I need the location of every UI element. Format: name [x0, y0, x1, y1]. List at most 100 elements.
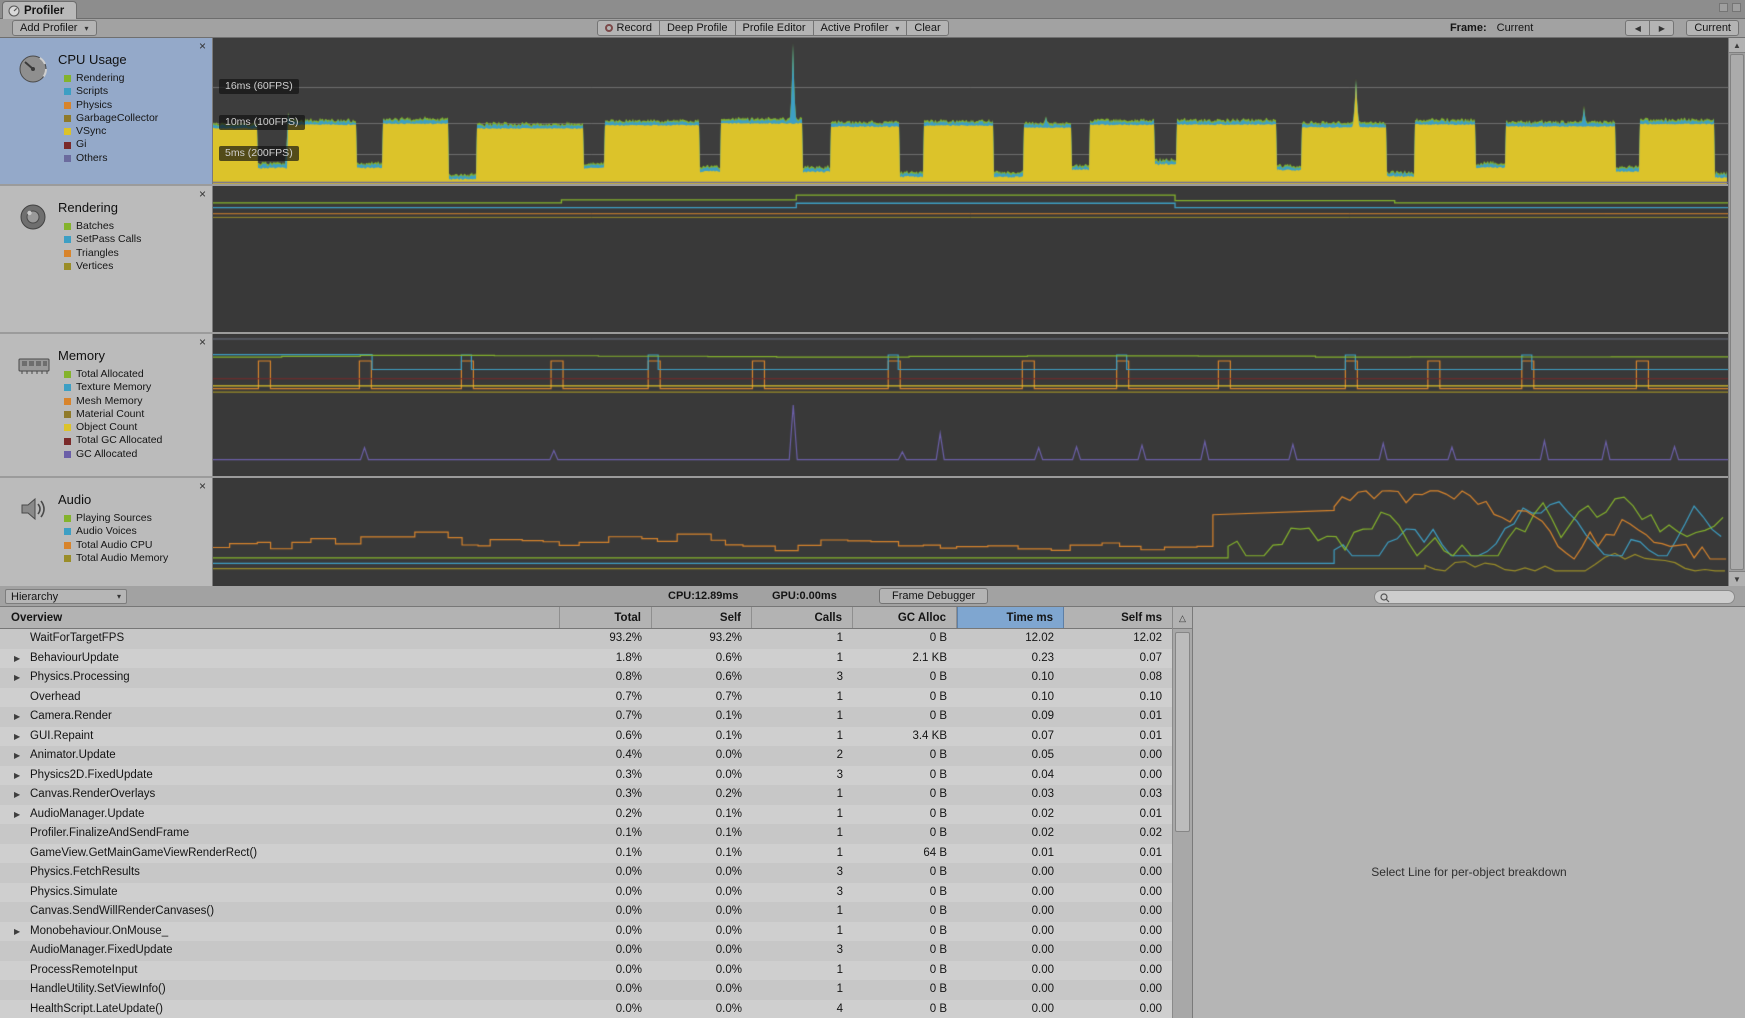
legend-color-swatch[interactable]: [64, 250, 71, 257]
legend-color-swatch[interactable]: [64, 223, 71, 230]
memory-chart[interactable]: [213, 334, 1728, 476]
table-row[interactable]: ▶Monobehaviour.OnMouse_0.0%0.0%10 B0.000…: [0, 922, 1172, 942]
legend-color-swatch[interactable]: [64, 515, 71, 522]
expand-arrow-icon[interactable]: ▶: [14, 668, 20, 688]
window-controls[interactable]: [1719, 3, 1741, 12]
legend-item[interactable]: Material Count: [64, 408, 162, 421]
window-menu-icon[interactable]: [1719, 3, 1728, 12]
table-row[interactable]: Physics.Simulate0.0%0.0%30 B0.000.00: [0, 883, 1172, 903]
table-row[interactable]: HandleUtility.SetViewInfo()0.0%0.0%10 B0…: [0, 980, 1172, 1000]
legend-color-swatch[interactable]: [64, 542, 71, 549]
hierarchy-dropdown[interactable]: Hierarchy ▾: [5, 589, 127, 604]
record-button[interactable]: Record: [597, 20, 660, 36]
legend-color-swatch[interactable]: [64, 142, 71, 149]
legend-item[interactable]: Playing Sources: [64, 512, 168, 525]
add-profiler-dropdown[interactable]: Add Profiler ▾: [12, 20, 97, 36]
legend-item[interactable]: GC Allocated: [64, 448, 162, 461]
profile-editor-button[interactable]: Profile Editor: [735, 20, 814, 36]
legend-color-swatch[interactable]: [64, 102, 71, 109]
legend-color-swatch[interactable]: [64, 438, 71, 445]
scroll-up-icon[interactable]: △: [1173, 607, 1192, 629]
rendering-chart[interactable]: [213, 186, 1728, 332]
legend-color-swatch[interactable]: [64, 555, 71, 562]
legend-item[interactable]: Total Allocated: [64, 368, 162, 381]
column-header-total[interactable]: Total: [560, 607, 652, 628]
legend-color-swatch[interactable]: [64, 75, 71, 82]
legend-color-swatch[interactable]: [64, 398, 71, 405]
table-scrollbar[interactable]: △: [1172, 607, 1192, 1018]
legend-item[interactable]: Mesh Memory: [64, 395, 162, 408]
legend-item[interactable]: Total Audio CPU: [64, 539, 168, 552]
expand-arrow-icon[interactable]: ▶: [14, 922, 20, 942]
table-row[interactable]: ▶Physics2D.FixedUpdate0.3%0.0%30 B0.040.…: [0, 766, 1172, 786]
legend-item[interactable]: Rendering: [64, 72, 158, 85]
legend-item[interactable]: Texture Memory: [64, 381, 162, 394]
legend-item[interactable]: Physics: [64, 99, 158, 112]
close-icon[interactable]: ×: [199, 335, 206, 349]
expand-arrow-icon[interactable]: ▶: [14, 805, 20, 825]
legend-item[interactable]: Batches: [64, 220, 141, 233]
search-box[interactable]: [1374, 590, 1735, 604]
table-row[interactable]: AudioManager.FixedUpdate0.0%0.0%30 B0.00…: [0, 941, 1172, 961]
legend-item[interactable]: Total GC Allocated: [64, 434, 162, 447]
column-header-self-ms[interactable]: Self ms: [1064, 607, 1172, 628]
table-row[interactable]: ▶Canvas.RenderOverlays0.3%0.2%10 B0.030.…: [0, 785, 1172, 805]
legend-item[interactable]: Scripts: [64, 85, 158, 98]
column-header-self[interactable]: Self: [652, 607, 752, 628]
table-row[interactable]: ProcessRemoteInput0.0%0.0%10 B0.000.00: [0, 961, 1172, 981]
active-profiler-dropdown[interactable]: Active Profiler ▾: [813, 20, 908, 36]
column-header-calls[interactable]: Calls: [752, 607, 853, 628]
close-icon[interactable]: ×: [199, 479, 206, 493]
module-panel-cpu-usage[interactable]: × CPU Usage RenderingScriptsPhysicsGarba…: [0, 38, 213, 184]
table-row[interactable]: Physics.FetchResults0.0%0.0%30 B0.000.00: [0, 863, 1172, 883]
audio-chart[interactable]: [213, 478, 1728, 586]
table-row[interactable]: Profiler.FinalizeAndSendFrame0.1%0.1%10 …: [0, 824, 1172, 844]
table-row[interactable]: WaitForTargetFPS93.2%93.2%10 B12.0212.02: [0, 629, 1172, 649]
legend-item[interactable]: SetPass Calls: [64, 233, 141, 246]
expand-arrow-icon[interactable]: ▶: [14, 727, 20, 747]
scroll-up-icon[interactable]: ▲: [1729, 38, 1745, 53]
column-header-gc-alloc[interactable]: GC Alloc: [853, 607, 957, 628]
legend-color-swatch[interactable]: [64, 424, 71, 431]
close-icon[interactable]: ×: [199, 187, 206, 201]
table-row[interactable]: Canvas.SendWillRenderCanvases()0.0%0.0%1…: [0, 902, 1172, 922]
next-frame-button[interactable]: ▶: [1649, 20, 1674, 36]
window-maximize-icon[interactable]: [1732, 3, 1741, 12]
expand-arrow-icon[interactable]: ▶: [14, 746, 20, 766]
legend-color-swatch[interactable]: [64, 128, 71, 135]
legend-item[interactable]: Object Count: [64, 421, 162, 434]
tab-profiler[interactable]: Profiler: [2, 1, 77, 19]
module-panel-rendering[interactable]: × Rendering BatchesSetPass CallsTriangle…: [0, 186, 213, 332]
table-row[interactable]: ▶BehaviourUpdate1.8%0.6%12.1 KB0.230.07: [0, 649, 1172, 669]
legend-color-swatch[interactable]: [64, 411, 71, 418]
table-row[interactable]: ▶AudioManager.Update0.2%0.1%10 B0.020.01: [0, 805, 1172, 825]
legend-item[interactable]: GarbageCollector: [64, 112, 158, 125]
module-panel-audio[interactable]: × Audio Playing SourcesAudio VoicesTotal…: [0, 478, 213, 586]
table-row[interactable]: ▶Animator.Update0.4%0.0%20 B0.050.00: [0, 746, 1172, 766]
expand-arrow-icon[interactable]: ▶: [14, 766, 20, 786]
legend-item[interactable]: Others: [64, 152, 158, 165]
legend-item[interactable]: Total Audio Memory: [64, 552, 168, 565]
table-row[interactable]: Overhead0.7%0.7%10 B0.100.10: [0, 688, 1172, 708]
legend-color-swatch[interactable]: [64, 155, 71, 162]
scrollbar-thumb[interactable]: [1730, 54, 1744, 570]
legend-color-swatch[interactable]: [64, 236, 71, 243]
search-input[interactable]: [1393, 591, 1734, 603]
cpu-chart[interactable]: 16ms (60FPS) 10ms (100FPS) 5ms (200FPS): [213, 38, 1728, 184]
frame-debugger-button[interactable]: Frame Debugger: [879, 588, 988, 604]
column-header-overview[interactable]: Overview: [0, 607, 560, 628]
legend-color-swatch[interactable]: [64, 88, 71, 95]
column-header-time-ms[interactable]: Time ms: [957, 607, 1064, 628]
legend-color-swatch[interactable]: [64, 528, 71, 535]
scroll-down-icon[interactable]: ▼: [1729, 571, 1745, 586]
legend-color-swatch[interactable]: [64, 115, 71, 122]
legend-item[interactable]: Audio Voices: [64, 525, 168, 538]
expand-arrow-icon[interactable]: ▶: [14, 785, 20, 805]
scrollbar-thumb[interactable]: [1175, 632, 1190, 832]
legend-item[interactable]: Vertices: [64, 260, 141, 273]
expand-arrow-icon[interactable]: ▶: [14, 649, 20, 669]
table-row[interactable]: HealthScript.LateUpdate()0.0%0.0%40 B0.0…: [0, 1000, 1172, 1018]
table-row[interactable]: GameView.GetMainGameViewRenderRect()0.1%…: [0, 844, 1172, 864]
current-frame-button[interactable]: Current: [1686, 20, 1739, 36]
legend-color-swatch[interactable]: [64, 384, 71, 391]
